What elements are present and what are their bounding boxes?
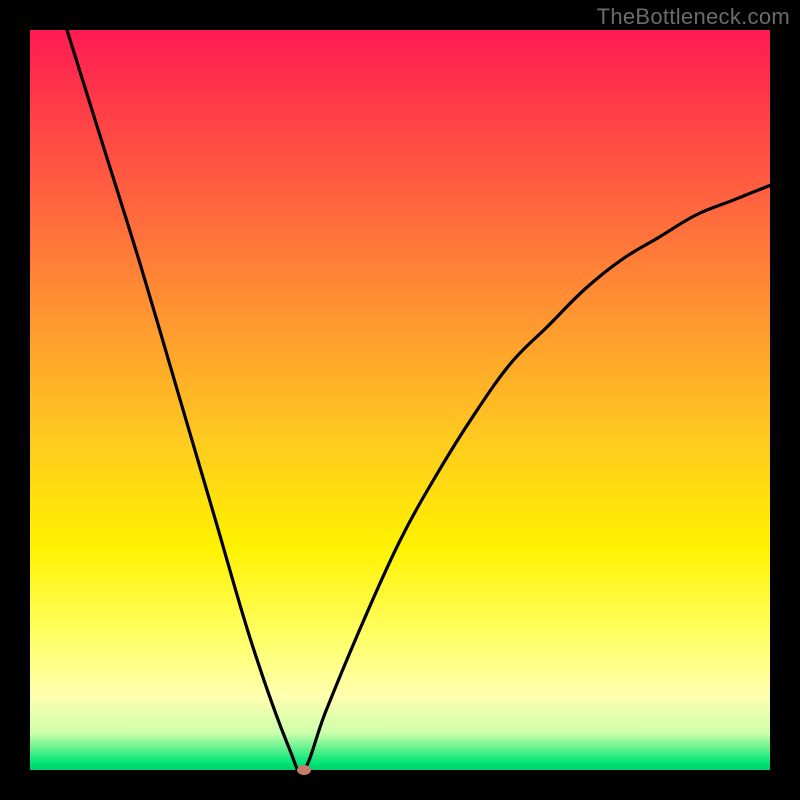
bottleneck-curve — [30, 30, 770, 770]
optimal-point-marker — [297, 765, 311, 775]
plot-area — [30, 30, 770, 770]
chart-frame: TheBottleneck.com — [0, 0, 800, 800]
watermark-label: TheBottleneck.com — [597, 4, 790, 30]
